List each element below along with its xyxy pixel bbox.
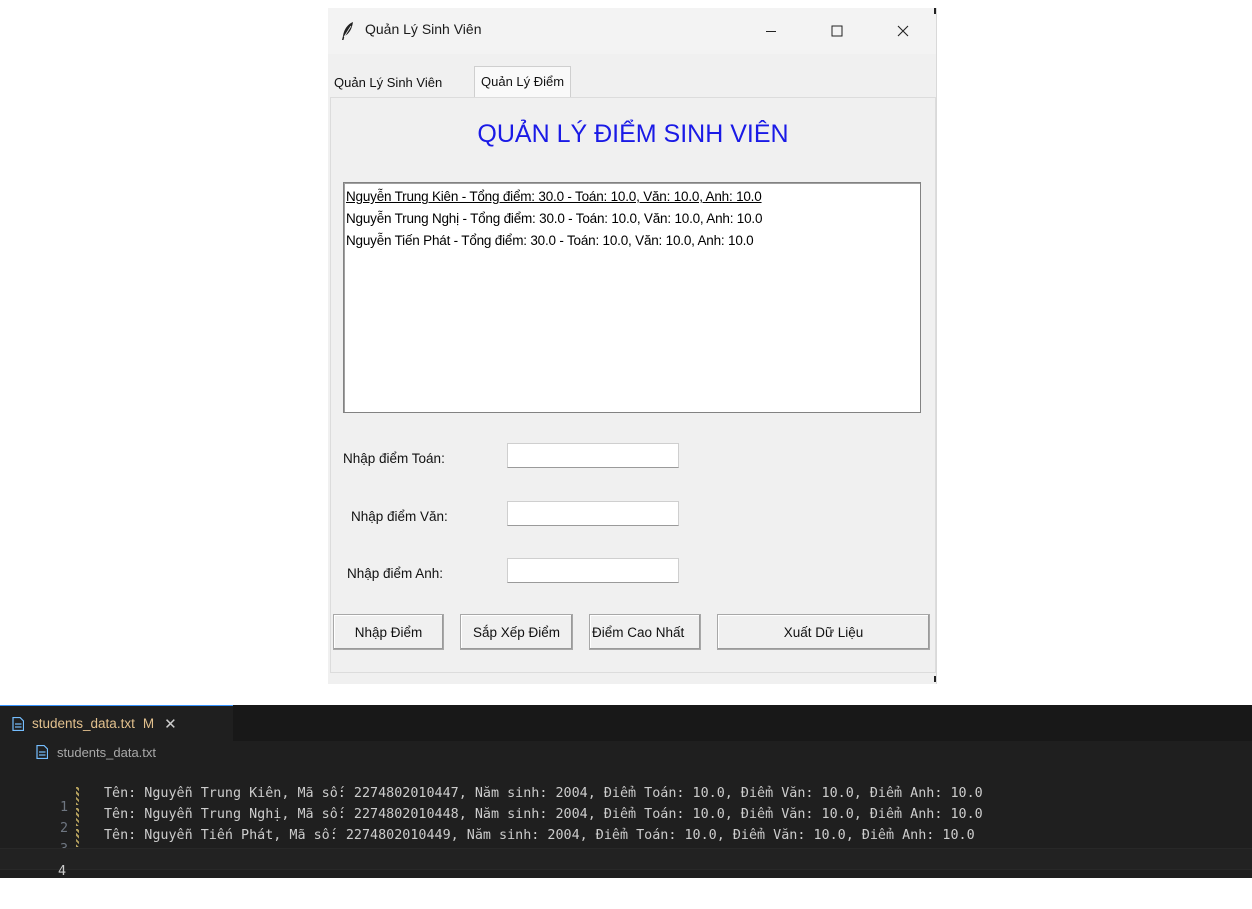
code-line[interactable]: 1 Tên: Nguyễn Trung Kiên, Mã số: 2274802… [0, 785, 1252, 815]
grades-listbox[interactable]: Nguyễn Trung Kiên - Tổng điểm: 30.0 - To… [343, 182, 921, 413]
grades-panel: QUẢN LÝ ĐIỂM SINH VIÊN Nguyễn Trung Kiên… [330, 97, 936, 673]
title-bar[interactable]: Quản Lý Sinh Viên [328, 8, 936, 54]
literature-score-input[interactable] [507, 501, 679, 526]
page-title: QUẢN LÝ ĐIỂM SINH VIÊN [477, 120, 789, 148]
window-corner [934, 8, 936, 14]
export-data-button[interactable]: Xuất Dữ Liệu [717, 614, 930, 650]
close-tab-icon[interactable]: ✕ [164, 715, 177, 733]
minimize-button[interactable] [748, 8, 794, 54]
list-item[interactable]: Nguyễn Trung Nghị - Tổng điểm: 30.0 - To… [346, 211, 762, 226]
minimize-icon [766, 31, 776, 32]
indent-guide [76, 808, 79, 826]
app-window: Quản Lý Sinh Viên Quản Lý Sinh Viên Quản… [328, 8, 937, 684]
line-text: Tên: Nguyễn Tiến Phát, Mã số: 2274802010… [104, 828, 975, 843]
line-number: 4 [57, 864, 66, 879]
window-corner [934, 676, 936, 682]
tab-quan-ly-sinh-vien[interactable]: Quản Lý Sinh Viên [330, 70, 446, 96]
close-icon [897, 25, 909, 37]
editor-tab-bar: students_data.txt M ✕ [0, 705, 1252, 741]
highest-score-button[interactable]: Điểm Cao Nhất [589, 614, 701, 650]
maximize-icon [831, 25, 843, 37]
close-button[interactable] [880, 8, 926, 54]
math-score-input[interactable] [507, 443, 679, 468]
line-text: Tên: Nguyễn Trung Nghị, Mã số: 227480201… [104, 807, 983, 822]
code-line-current[interactable]: 4 [0, 848, 1252, 879]
math-score-label: Nhập điểm Toán: [343, 451, 445, 466]
tab-quan-ly-diem[interactable]: Quản Lý Điểm [474, 66, 572, 97]
list-item[interactable]: Nguyễn Trung Kiên - Tổng điểm: 30.0 - To… [346, 189, 762, 204]
feather-icon [342, 22, 353, 40]
maximize-button[interactable] [814, 8, 860, 54]
literature-score-label: Nhập điểm Văn: [351, 509, 448, 524]
window-title: Quản Lý Sinh Viên [365, 21, 482, 37]
breadcrumb[interactable]: students_data.txt [0, 741, 1252, 763]
modified-badge: M [142, 716, 155, 731]
line-text: Tên: Nguyễn Trung Kiên, Mã số: 227480201… [104, 786, 983, 801]
english-score-input[interactable] [507, 558, 679, 583]
code-line[interactable]: 3 Tên: Nguyễn Tiến Phát, Mã số: 22748020… [0, 827, 1252, 857]
sort-scores-button[interactable]: Sắp Xếp Điểm [460, 614, 573, 650]
indent-guide [76, 829, 79, 847]
code-line[interactable]: 2 Tên: Nguyễn Trung Nghị, Mã số: 2274802… [0, 806, 1252, 836]
indent-guide [76, 787, 79, 805]
file-icon [36, 745, 48, 759]
breadcrumb-file: students_data.txt [57, 744, 157, 760]
code-editor: students_data.txt M ✕ students_data.txt … [0, 705, 1252, 879]
editor-tab-students-data[interactable]: students_data.txt M ✕ [0, 705, 233, 741]
enter-scores-button[interactable]: Nhập Điểm [333, 614, 444, 650]
file-icon [12, 716, 24, 731]
tab-file-name: students_data.txt [32, 716, 135, 731]
list-item[interactable]: Nguyễn Tiến Phát - Tổng điểm: 30.0 - Toá… [346, 233, 754, 248]
english-score-label: Nhập điểm Anh: [347, 566, 444, 581]
